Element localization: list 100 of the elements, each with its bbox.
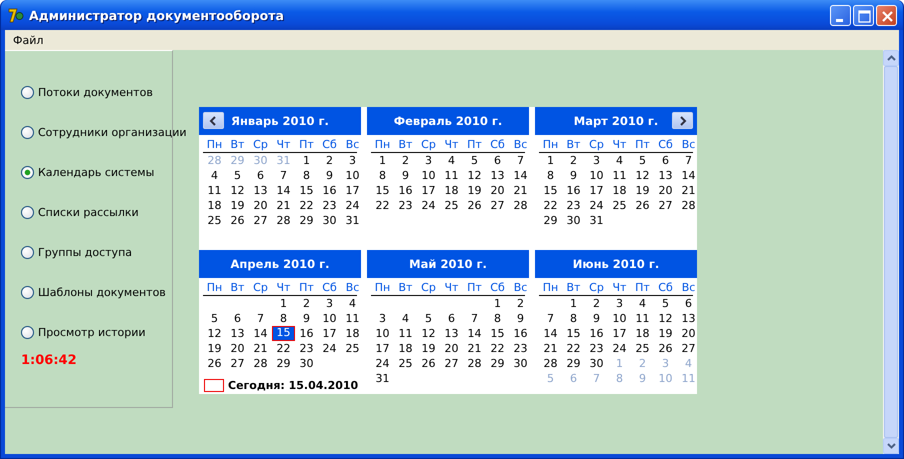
date-cell[interactable]: 13 [249, 183, 272, 198]
date-cell[interactable]: 30 [509, 356, 532, 371]
date-cell[interactable]: 29 [295, 213, 318, 228]
date-cell[interactable]: 10 [417, 168, 440, 183]
today-date-cell[interactable]: 15 [272, 326, 295, 341]
date-cell[interactable]: 11 [608, 168, 631, 183]
date-cell[interactable]: 3 [341, 153, 364, 168]
date-cell[interactable]: 25 [440, 198, 463, 213]
date-cell[interactable]: 30 [562, 213, 585, 228]
date-cell[interactable]: 25 [608, 198, 631, 213]
date-cell[interactable]: 19 [226, 198, 249, 213]
date-cell[interactable]: 20 [654, 183, 677, 198]
vertical-scrollbar[interactable] [883, 50, 899, 454]
date-cell[interactable]: 22 [272, 341, 295, 356]
date-cell[interactable]: 1 [486, 296, 509, 311]
date-cell[interactable]: 23 [318, 198, 341, 213]
date-cell[interactable]: 12 [203, 326, 226, 341]
date-cell[interactable]: 6 [486, 153, 509, 168]
date-cell[interactable]: 1 [562, 296, 585, 311]
date-cell[interactable]: 5 [654, 296, 677, 311]
menu-item[interactable]: Файл [11, 34, 46, 46]
date-cell[interactable]: 29 [562, 356, 585, 371]
date-cell[interactable]: 6 [440, 311, 463, 326]
date-cell[interactable]: 1 [371, 153, 394, 168]
date-cell[interactable]: 21 [463, 341, 486, 356]
date-cell[interactable]: 26 [203, 356, 226, 371]
date-cell[interactable]: 22 [371, 198, 394, 213]
date-cell[interactable]: 8 [371, 168, 394, 183]
date-cell[interactable]: 20 [677, 326, 700, 341]
date-cell[interactable]: 28 [509, 198, 532, 213]
date-cell[interactable]: 5 [417, 311, 440, 326]
date-cell[interactable]: 28 [463, 356, 486, 371]
date-cell[interactable]: 26 [226, 213, 249, 228]
date-cell[interactable]: 5 [203, 311, 226, 326]
date-cell[interactable]: 14 [272, 183, 295, 198]
date-cell[interactable]: 4 [341, 296, 364, 311]
date-cell[interactable]: 24 [417, 198, 440, 213]
date-cell[interactable]: 25 [631, 341, 654, 356]
date-cell[interactable]: 24 [371, 356, 394, 371]
date-cell[interactable]: 20 [440, 341, 463, 356]
date-cell[interactable]: 16 [562, 183, 585, 198]
date-cell[interactable]: 6 [654, 153, 677, 168]
date-cell[interactable]: 2 [394, 153, 417, 168]
date-cell[interactable]: 16 [394, 183, 417, 198]
date-cell[interactable]: 26 [463, 198, 486, 213]
date-cell[interactable]: 27 [226, 356, 249, 371]
date-cell[interactable]: 18 [631, 326, 654, 341]
date-cell[interactable]: 1 [295, 153, 318, 168]
date-cell[interactable]: 15 [539, 183, 562, 198]
date-cell[interactable]: 22 [295, 198, 318, 213]
date-cell[interactable]: 30 [318, 213, 341, 228]
date-cell[interactable]: 12 [226, 183, 249, 198]
date-cell[interactable]: 24 [341, 198, 364, 213]
date-cell[interactable]: 14 [677, 168, 700, 183]
scroll-down-button[interactable] [883, 438, 899, 454]
date-cell[interactable]: 24 [608, 341, 631, 356]
option-label[interactable]: Календарь системы [38, 166, 154, 178]
date-cell[interactable]: 26 [631, 198, 654, 213]
date-cell[interactable]: 13 [654, 168, 677, 183]
date-cell[interactable]: 27 [440, 356, 463, 371]
date-cell[interactable]: 14 [539, 326, 562, 341]
date-cell[interactable]: 19 [463, 183, 486, 198]
date-cell[interactable]: 27 [654, 198, 677, 213]
radio-button[interactable] [21, 206, 34, 218]
option-label[interactable]: Потоки документов [38, 86, 153, 98]
date-cell[interactable]: 4 [608, 153, 631, 168]
date-cell[interactable]: 27 [486, 198, 509, 213]
date-cell[interactable]: 19 [417, 341, 440, 356]
date-cell[interactable]: 2 [585, 296, 608, 311]
radio-button[interactable] [21, 246, 34, 258]
radio-button[interactable] [21, 326, 34, 338]
option-label[interactable]: Шаблоны документов [38, 286, 166, 298]
radio-button[interactable] [21, 86, 34, 98]
date-cell[interactable]: 9 [318, 168, 341, 183]
date-cell[interactable]: 18 [394, 341, 417, 356]
date-cell[interactable]: 2 [295, 296, 318, 311]
date-cell[interactable]: 31 [371, 371, 394, 386]
date-cell[interactable]: 15 [371, 183, 394, 198]
previous-month-button[interactable] [203, 112, 224, 129]
date-cell[interactable]: 2 [318, 153, 341, 168]
date-cell[interactable]: 4 [394, 311, 417, 326]
date-cell[interactable]: 30 [295, 356, 318, 371]
date-cell[interactable]: 7 [272, 168, 295, 183]
date-cell[interactable]: 20 [486, 183, 509, 198]
date-cell[interactable]: 9 [509, 311, 532, 326]
date-cell[interactable]: 26 [417, 356, 440, 371]
date-cell[interactable]: 8 [562, 311, 585, 326]
date-cell[interactable]: 11 [341, 311, 364, 326]
date-cell[interactable]: 7 [539, 311, 562, 326]
date-cell[interactable]: 7 [463, 311, 486, 326]
date-cell[interactable]: 8 [486, 311, 509, 326]
date-cell[interactable]: 5 [226, 168, 249, 183]
date-cell[interactable]: 1 [539, 153, 562, 168]
date-cell[interactable]: 25 [341, 341, 364, 356]
date-cell[interactable]: 17 [371, 341, 394, 356]
radio-button[interactable] [21, 126, 34, 138]
date-cell[interactable]: 22 [539, 198, 562, 213]
date-cell[interactable]: 14 [249, 326, 272, 341]
date-cell[interactable]: 3 [585, 153, 608, 168]
radio-button[interactable] [21, 166, 34, 178]
